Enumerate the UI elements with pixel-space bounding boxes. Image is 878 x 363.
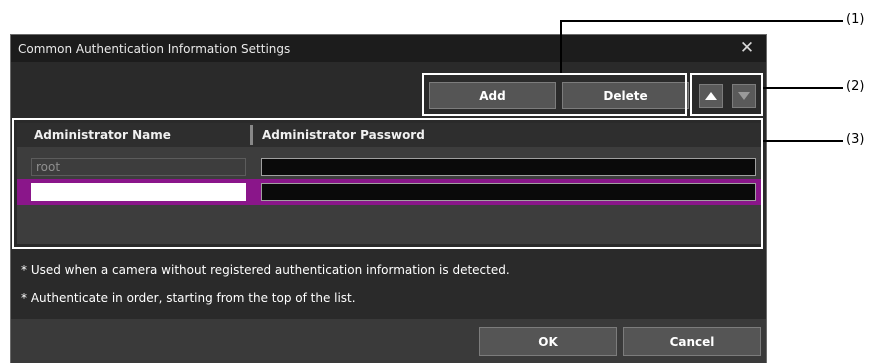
callout-box-2 bbox=[690, 73, 763, 116]
cancel-button[interactable]: Cancel bbox=[623, 327, 761, 356]
dialog-title: Common Authentication Information Settin… bbox=[18, 41, 291, 56]
callout-label: (1) bbox=[846, 12, 865, 27]
ok-button[interactable]: OK bbox=[479, 327, 617, 356]
callout-label: (3) bbox=[846, 132, 865, 147]
callout-label: (2) bbox=[846, 79, 865, 94]
callout-box-1 bbox=[422, 73, 687, 116]
callout-leader bbox=[560, 20, 843, 22]
callout-leader bbox=[763, 140, 843, 142]
callout-leader bbox=[763, 87, 843, 89]
title-bar: Common Authentication Information Settin… bbox=[11, 35, 766, 62]
dialog-footer: OK Cancel bbox=[11, 319, 766, 363]
callout-leader bbox=[560, 20, 562, 73]
note-line: * Used when a camera without registered … bbox=[21, 263, 510, 277]
note-line: * Authenticate in order, starting from t… bbox=[21, 291, 356, 305]
close-icon[interactable]: ✕ bbox=[737, 38, 757, 58]
callout-box-3 bbox=[12, 118, 763, 249]
